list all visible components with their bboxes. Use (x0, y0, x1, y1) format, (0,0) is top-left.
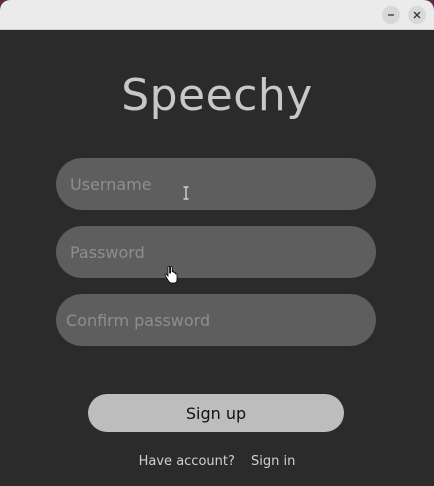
confirm-password-field[interactable] (56, 294, 376, 346)
hand-pointer-icon (164, 266, 178, 284)
password-field[interactable] (56, 226, 376, 278)
app-title: Speechy (121, 70, 313, 121)
username-field[interactable] (56, 158, 376, 210)
signup-button[interactable]: Sign up (88, 394, 344, 432)
app-window: Speechy Sign up Have account? Sign in (0, 0, 434, 486)
have-account-text: Have account? (138, 454, 235, 469)
close-button[interactable] (408, 6, 426, 24)
signup-panel: Speechy Sign up Have account? Sign in (0, 30, 434, 486)
signin-link[interactable]: Sign in (251, 454, 295, 469)
text-cursor-icon (183, 186, 189, 200)
window-titlebar[interactable] (0, 0, 434, 30)
close-icon (413, 11, 421, 19)
minimize-button[interactable] (382, 6, 400, 24)
signin-prompt: Have account? Sign in (0, 454, 434, 469)
minimize-icon (388, 14, 394, 16)
